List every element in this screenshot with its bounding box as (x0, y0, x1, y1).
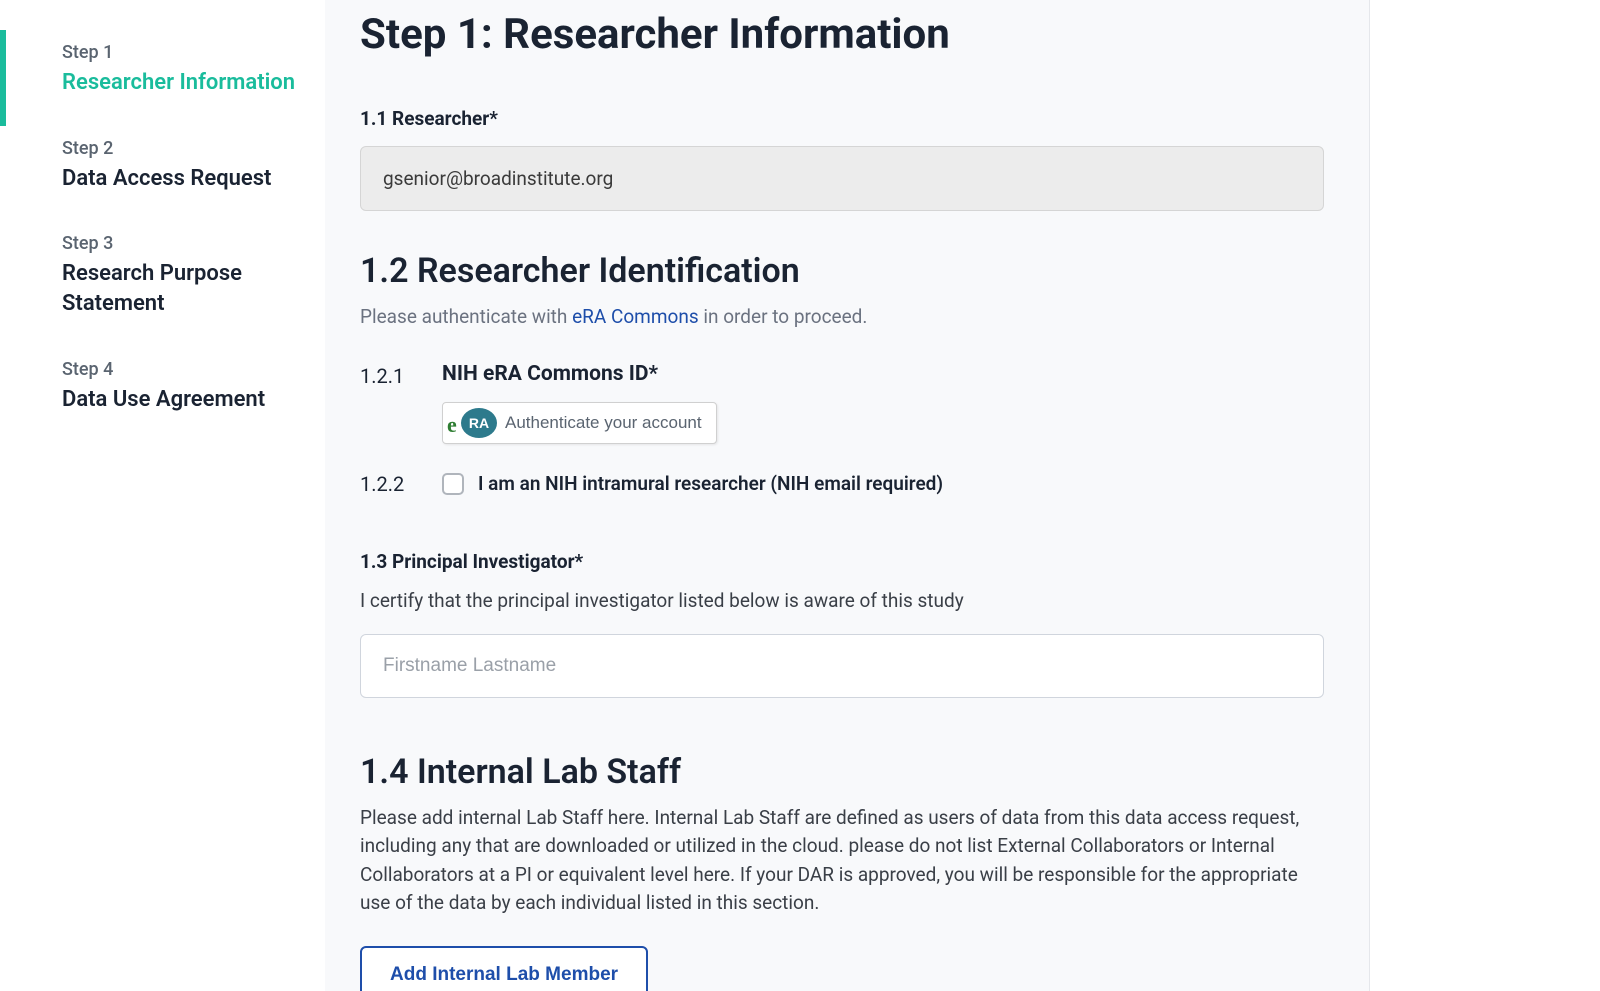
section-1-1-label: 1.1 Researcher* (360, 107, 1324, 130)
section-1-3-label: 1.3 Principal Investigator* (360, 550, 1324, 573)
step-sidebar: Step 1 Researcher Information Step 2 Dat… (0, 0, 325, 991)
section-1-2-help: Please authenticate with eRA Commons in … (360, 303, 1324, 332)
step-title: Data Use Agreement (62, 385, 305, 415)
step-title: Researcher Information (62, 68, 305, 98)
sidebar-step-1[interactable]: Step 1 Researcher Information (0, 30, 325, 126)
intramural-checkbox[interactable] (442, 473, 464, 495)
step-number: Step 1 (62, 42, 305, 63)
era-logo-icon: e RA (447, 402, 499, 444)
pi-name-input[interactable] (360, 634, 1324, 698)
era-id-label: NIH eRA Commons ID* (442, 362, 1324, 386)
authenticate-button-label: Authenticate your account (499, 413, 716, 433)
section-1-2-heading: 1.2 Researcher Identification (360, 251, 1324, 291)
sidebar-step-2[interactable]: Step 2 Data Access Request (0, 126, 325, 222)
sub-1-2-1: 1.2.1 NIH eRA Commons ID* e RA Authentic… (360, 362, 1324, 448)
step-title: Data Access Request (62, 164, 305, 194)
researcher-email-field: gsenior@broadinstitute.org (360, 146, 1324, 211)
sub-number: 1.2.2 (360, 472, 442, 496)
page-title: Step 1: Researcher Information (360, 10, 1324, 59)
authenticate-era-button[interactable]: e RA Authenticate your account (442, 402, 717, 444)
step-number: Step 2 (62, 138, 305, 159)
step-number: Step 3 (62, 233, 305, 254)
step-number: Step 4 (62, 359, 305, 380)
lab-staff-description: Please add internal Lab Staff here. Inte… (360, 804, 1324, 918)
era-commons-link[interactable]: eRA Commons (572, 305, 699, 328)
sub-1-2-2: 1.2.2 I am an NIH intramural researcher … (360, 472, 1324, 496)
pi-cert-text: I certify that the principal investigato… (360, 589, 1324, 612)
intramural-label: I am an NIH intramural researcher (NIH e… (478, 472, 943, 495)
add-internal-lab-member-button[interactable]: Add Internal Lab Member (360, 946, 648, 991)
sidebar-step-3[interactable]: Step 3 Research Purpose Statement (0, 221, 325, 346)
section-1-4-heading: 1.4 Internal Lab Staff (360, 752, 1324, 792)
sub-number: 1.2.1 (360, 362, 442, 388)
form-main: Step 1: Researcher Information 1.1 Resea… (325, 0, 1370, 991)
sidebar-step-4[interactable]: Step 4 Data Use Agreement (0, 347, 325, 443)
step-title: Research Purpose Statement (62, 259, 305, 318)
